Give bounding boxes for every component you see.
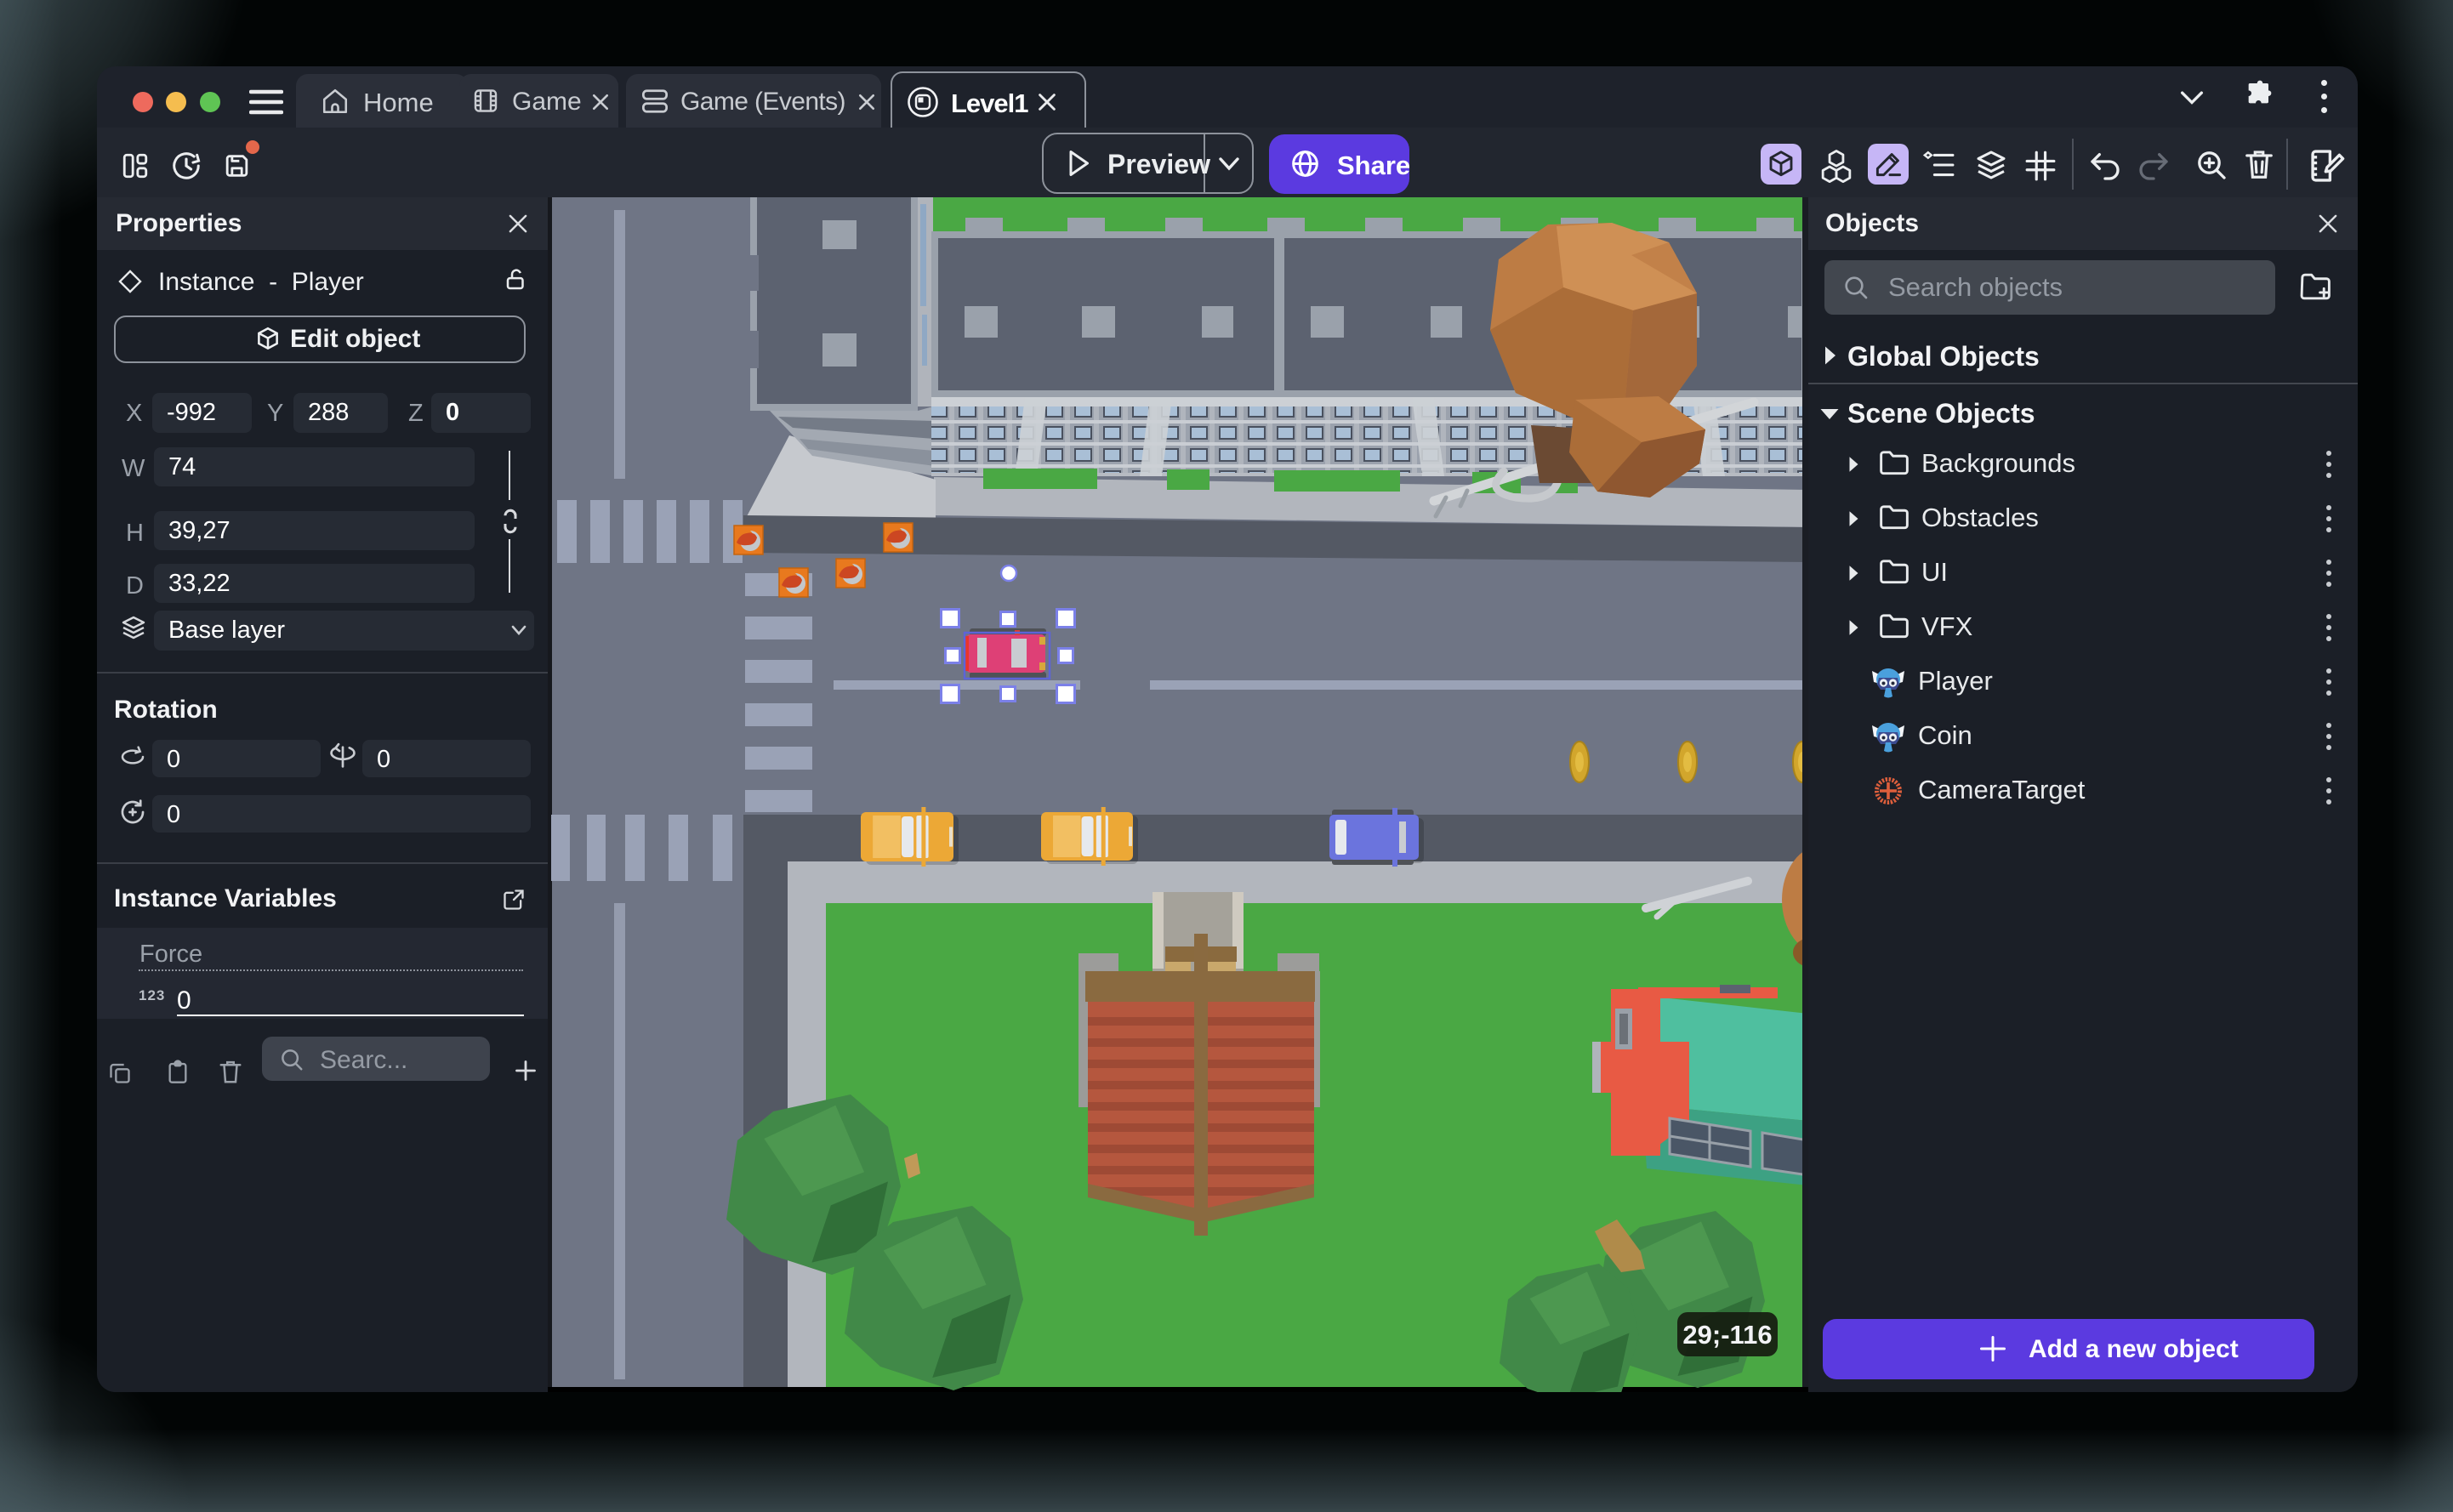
svg-text:29;-116: 29;-116 <box>1682 1320 1772 1350</box>
